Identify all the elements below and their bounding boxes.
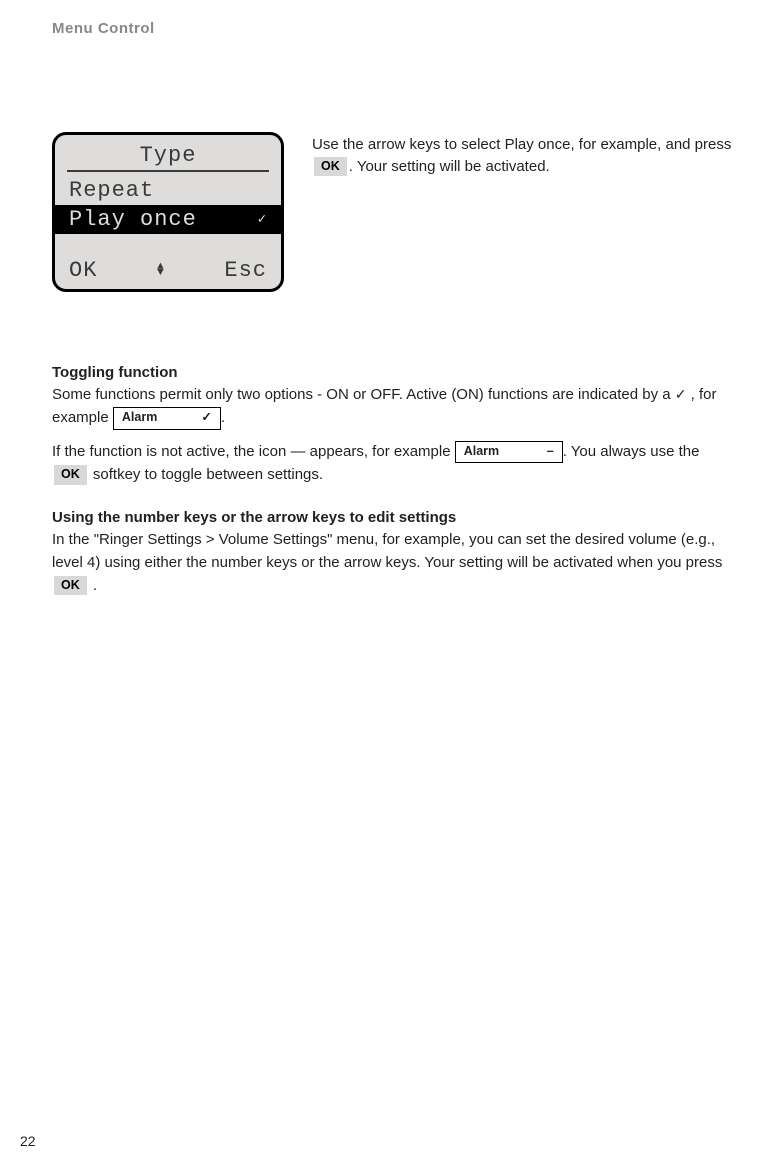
text: softkey to toggle between settings. [89,466,323,483]
example-description: Use the arrow keys to select Play once, … [312,132,733,292]
check-icon: ✓ [201,409,211,427]
lcd-softkeys: OK ▲▼ Esc [55,256,281,283]
lcd-item-label: Play once [69,207,197,232]
text: . [221,409,225,426]
section-number-keys: Using the number keys or the arrow keys … [52,509,733,598]
lcd-list: Repeat Play once ✓ [55,174,281,256]
check-icon: ✓ [675,384,687,406]
ok-key: OK [54,576,87,595]
alarm-on-badge: Alarm ✓ [113,407,221,430]
ok-key: OK [314,157,347,176]
text: . Your setting will be activated. [349,158,550,175]
lcd-title: Type [67,143,269,172]
page-header: Menu Control [52,20,733,37]
section-heading: Using the number keys or the arrow keys … [52,509,733,526]
page-number: 22 [20,1133,36,1149]
softkey-esc: Esc [224,258,267,283]
alarm-label: Alarm [464,443,499,461]
lcd-item-play-once: Play once ✓ [55,205,281,234]
text: . [89,577,97,594]
lcd-screen: Type Repeat Play once ✓ OK ▲▼ Esc [52,132,284,292]
alarm-label: Alarm [122,409,157,427]
example-row: Type Repeat Play once ✓ OK ▲▼ Esc Use th… [52,132,733,292]
dash-icon: – [547,443,554,461]
text: In the "Ringer Settings > Volume Setting… [52,531,722,571]
check-icon: ✓ [258,211,267,228]
ok-key: OK [54,465,87,484]
softkey-ok: OK [69,258,97,283]
lcd-item-repeat: Repeat [55,176,281,205]
section-heading: Toggling function [52,364,733,381]
text: Use the arrow keys to select Play once, … [312,136,731,153]
up-down-arrows-icon: ▲▼ [157,265,165,276]
alarm-off-badge: Alarm – [455,441,563,464]
text: . You always use the [563,443,700,460]
section-toggling: Toggling function Some functions permit … [52,364,733,487]
lcd-item-label: Repeat [69,178,154,203]
text: Some functions permit only two options -… [52,386,675,403]
text: If the function is not active, the icon … [52,443,455,460]
